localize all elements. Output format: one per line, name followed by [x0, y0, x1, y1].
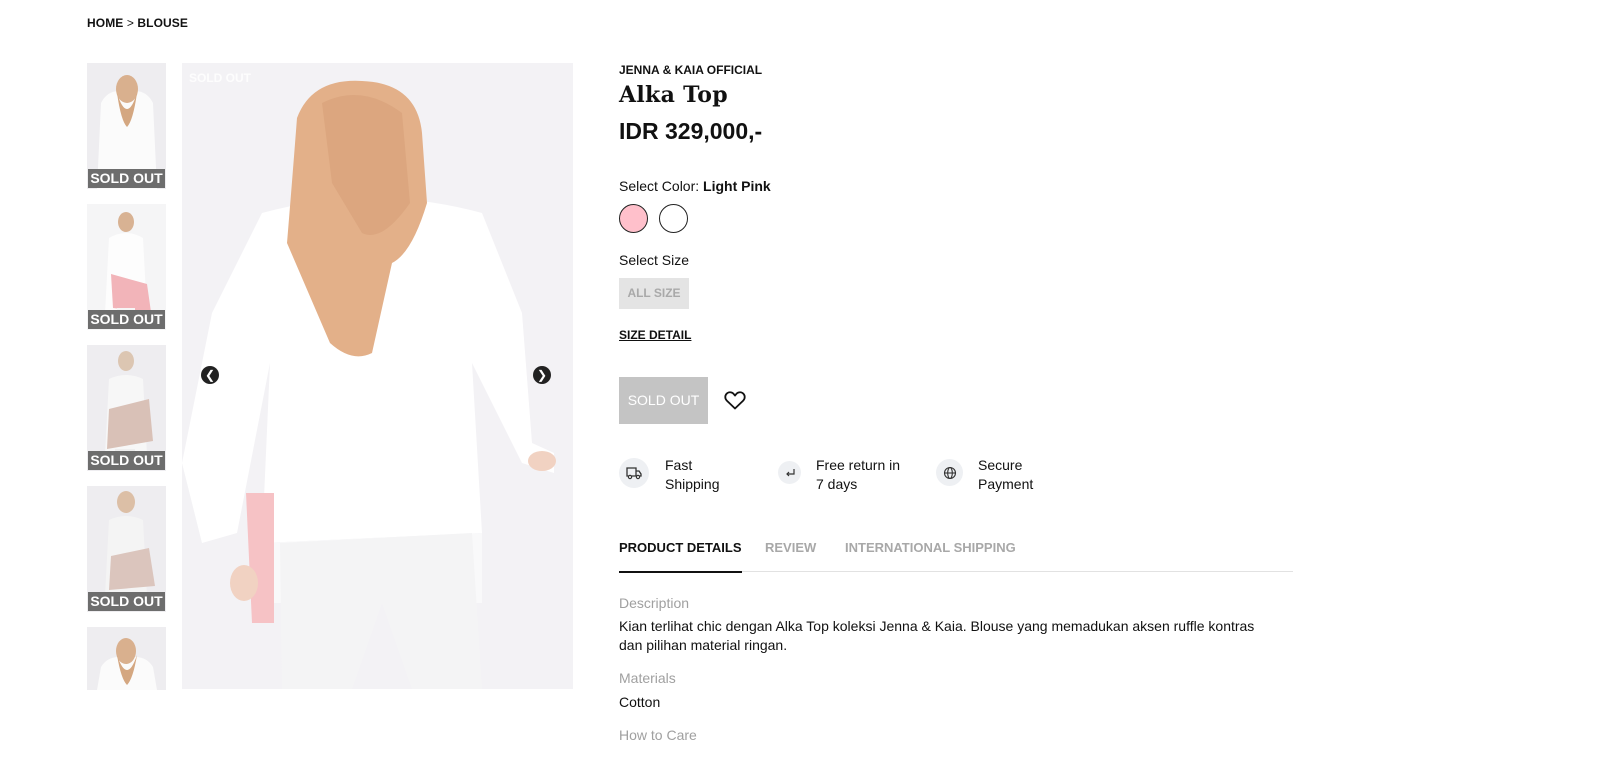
next-image-button[interactable]: ❯ — [533, 366, 551, 384]
product-title: Alka Top — [619, 82, 728, 108]
feature-fast-shipping: Fast Shipping — [619, 456, 720, 493]
materials-text: Cotton — [619, 694, 661, 710]
description-text: Kian terlihat chic dengan Alka Top kolek… — [619, 618, 1255, 653]
care-title: How to Care — [619, 727, 697, 743]
color-label: Select Color: Light Pink — [619, 178, 771, 194]
color-label-text: Select Color: — [619, 178, 700, 194]
feature-line: Payment — [978, 475, 1034, 492]
chevron-left-icon: ❮ — [204, 368, 216, 382]
feature-line: 7 days — [816, 475, 858, 492]
size-label: Select Size — [619, 252, 690, 268]
feature-line: Fast — [665, 457, 693, 473]
thumbnail-3[interactable]: SOLD OUT — [87, 345, 166, 471]
size-option-all-size[interactable]: ALL SIZE — [619, 278, 689, 309]
brand-name[interactable]: JENNA & KAIA OFFICIAL — [619, 63, 762, 77]
feature-text: Fast Shipping — [665, 456, 720, 493]
sold-out-badge: SOLD OUT — [88, 451, 165, 470]
wishlist-button[interactable] — [723, 388, 747, 412]
sold-out-badge: SOLD OUT — [88, 169, 165, 188]
thumbnail-2[interactable]: SOLD OUT — [87, 204, 166, 330]
thumbnail-4[interactable]: SOLD OUT — [87, 486, 166, 612]
tab-product-details[interactable]: PRODUCT DETAILS — [619, 540, 742, 573]
selected-color: Light Pink — [703, 178, 771, 194]
breadcrumb-separator: > — [126, 16, 134, 30]
feature-line: Free return in — [816, 457, 901, 473]
description-title: Description — [619, 595, 690, 611]
prev-image-button[interactable]: ❮ — [201, 366, 219, 384]
chevron-right-icon: ❯ — [536, 368, 548, 382]
breadcrumb: HOME > BLOUSE — [87, 16, 188, 30]
sold-out-badge: SOLD OUT — [88, 592, 165, 611]
tab-review[interactable]: REVIEW — [765, 540, 816, 571]
thumbnail-5[interactable] — [87, 627, 166, 690]
thumbnail-list: SOLD OUT SOLD OUT SOLD OUT SOLD OUT — [87, 63, 166, 705]
sold-out-button[interactable]: SOLD OUT — [619, 377, 708, 424]
color-swatch-light-pink[interactable] — [619, 204, 648, 233]
feature-text: Free return in 7 days — [816, 456, 900, 493]
breadcrumb-home[interactable]: HOME — [87, 16, 123, 30]
feature-free-return: Free return in 7 days — [778, 456, 900, 493]
feature-line: Secure — [978, 457, 1023, 473]
tab-international-shipping[interactable]: INTERNATIONAL SHIPPING — [845, 540, 1016, 571]
feature-text: Secure Payment — [978, 456, 1033, 493]
main-product-image: SOLD OUT ❮ ❯ — [182, 63, 573, 689]
main-image-graphic — [182, 80, 556, 689]
color-swatch-white[interactable] — [659, 204, 688, 233]
thumbnail-5-image — [97, 638, 157, 690]
breadcrumb-category[interactable]: BLOUSE — [137, 16, 188, 30]
feature-secure-payment: Secure Payment — [936, 456, 1033, 493]
product-tabs: PRODUCT DETAILS REVIEW INTERNATIONAL SHI… — [619, 538, 1293, 573]
return-icon — [778, 461, 801, 484]
feature-line: Shipping — [665, 475, 720, 492]
heart-icon — [724, 391, 746, 410]
globe-icon — [936, 459, 963, 486]
sold-out-badge: SOLD OUT — [88, 310, 165, 329]
main-sold-out-label: SOLD OUT — [189, 71, 251, 85]
truck-icon — [619, 458, 649, 488]
thumbnail-1[interactable]: SOLD OUT — [87, 63, 166, 189]
materials-title: Materials — [619, 670, 676, 686]
size-detail-link[interactable]: SIZE DETAIL — [619, 328, 691, 342]
product-price: IDR 329,000,- — [619, 118, 763, 144]
